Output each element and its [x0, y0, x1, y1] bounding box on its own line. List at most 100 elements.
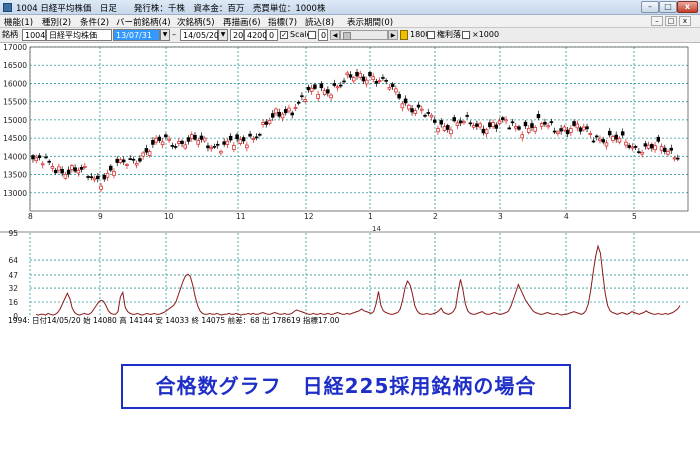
maximize-button[interactable]: □ [659, 1, 677, 13]
candle-body [656, 136, 661, 142]
candle-body [232, 145, 236, 150]
candle-body [640, 152, 644, 155]
candle-body [620, 131, 625, 136]
menu-prev-stock[interactable]: 前銘柄(4) [133, 16, 171, 28]
candle-body [151, 140, 155, 145]
candle-body [543, 121, 547, 125]
slider-thumb[interactable] [343, 32, 351, 40]
candle-body [322, 90, 327, 95]
menu-indicator[interactable]: 指標(7) [268, 16, 297, 28]
caption-box: 合格数グラフ 日経225採用銘柄の場合 [121, 364, 571, 409]
end-date-input[interactable]: 14/05/20 [180, 29, 219, 41]
candle-body [180, 140, 184, 145]
param-a-input[interactable]: 20 [230, 29, 244, 41]
rights-adjust-checkbox[interactable] [427, 31, 435, 39]
param-c-input[interactable]: 0 [266, 29, 278, 41]
candle-body [186, 137, 191, 142]
range-slider[interactable] [340, 30, 388, 40]
color-swatch-icon[interactable] [400, 30, 408, 40]
mdi-minimize-button[interactable]: – [651, 16, 663, 26]
candle-body [222, 141, 226, 145]
candle-body [105, 172, 110, 178]
candle-body [575, 123, 580, 129]
candle-body [290, 112, 294, 116]
candle-body [598, 138, 602, 142]
menu-bar-type[interactable]: バー [116, 16, 133, 28]
scale-value-input[interactable]: 0 [318, 29, 328, 41]
candle-body [617, 137, 622, 143]
candle-body [546, 125, 550, 128]
candle-body [37, 155, 42, 159]
candle-body [309, 87, 314, 92]
candle-body [410, 108, 414, 113]
menu-function[interactable]: 機能(1) [4, 16, 33, 28]
candle-body [34, 157, 38, 162]
candle-body [196, 140, 200, 145]
month-tick-label: 4 [564, 212, 569, 221]
minimize-button[interactable]: – [641, 1, 659, 13]
candle-body [138, 158, 142, 162]
menu-next-stock[interactable]: 次銘柄(5) [177, 16, 215, 28]
candle-body [523, 121, 528, 127]
candle-body [271, 113, 275, 118]
candle-body [348, 74, 353, 78]
candle-body [264, 121, 269, 125]
stock-name-field[interactable]: 日経平均株価 [46, 29, 112, 41]
candle-body [40, 163, 45, 166]
candle-body [254, 136, 259, 139]
menu-display-period[interactable]: 表示期間(0) [347, 16, 393, 28]
candle-body [627, 145, 631, 148]
menu-load[interactable]: 読込(8) [305, 16, 334, 28]
candle-body [267, 120, 272, 124]
candle-body [374, 80, 379, 84]
candle-body [86, 176, 90, 178]
candle-body [630, 146, 635, 149]
price-tick-label: 16500 [3, 61, 27, 70]
candle-body [131, 158, 136, 161]
candle-body [170, 145, 175, 147]
slider-left-arrow-icon[interactable]: ◀ [330, 30, 340, 40]
candle-body [89, 176, 94, 179]
candle-body [47, 160, 51, 163]
mdi-close-button[interactable]: x [679, 16, 691, 26]
candle-body [611, 136, 615, 141]
candle-body [134, 163, 139, 166]
window-title: 1004 日経平均株価 日足 発行株：千株 資本金：百万 売買単位：1000株 [16, 4, 326, 14]
candle-body [261, 122, 265, 125]
month-tick-label: 2 [433, 212, 438, 221]
month-tick-label: 11 [236, 212, 246, 221]
candle-body [144, 148, 149, 153]
slider-right-arrow-icon[interactable]: ▶ [388, 30, 398, 40]
candle-body [666, 151, 670, 155]
candle-body [183, 144, 188, 149]
indicator-tick-label: 47 [8, 271, 18, 280]
mdi-restore-button[interactable]: □ [665, 16, 677, 26]
candle-body [248, 133, 252, 137]
candle-body [190, 134, 194, 139]
end-date-dropdown-icon[interactable]: ▼ [218, 29, 228, 41]
x1000-label: ×1000 [472, 30, 500, 39]
start-date-input[interactable]: 13/07/31 [113, 29, 160, 41]
candle-body [439, 120, 443, 125]
candle-body [193, 134, 197, 140]
candle-body [147, 151, 152, 156]
scale-checkbox[interactable]: ✓ [280, 31, 288, 39]
candle-body [115, 158, 119, 163]
candle-body [352, 77, 356, 82]
x1000-checkbox[interactable] [462, 31, 470, 39]
candle-body [582, 126, 586, 131]
close-button[interactable]: x [677, 1, 698, 13]
candle-body [572, 121, 576, 126]
menu-type[interactable]: 種別(2) [42, 16, 71, 28]
menu-condition[interactable]: 条件(2) [80, 16, 109, 28]
code-input[interactable]: 1004 [22, 29, 46, 41]
status-line: 1994: 日付14/05/20 始 14080 高 14144 安 14033… [8, 315, 340, 325]
scale-toggle-checkbox[interactable] [308, 31, 316, 39]
menu-redraw[interactable]: 再描画(6) [223, 16, 261, 28]
candle-body [407, 104, 411, 110]
start-date-dropdown-icon[interactable]: ▼ [160, 29, 170, 41]
candle-body [177, 141, 181, 144]
candle-body [637, 151, 641, 154]
param-b-input[interactable]: 4200 [244, 29, 267, 41]
candle-body [277, 111, 281, 117]
